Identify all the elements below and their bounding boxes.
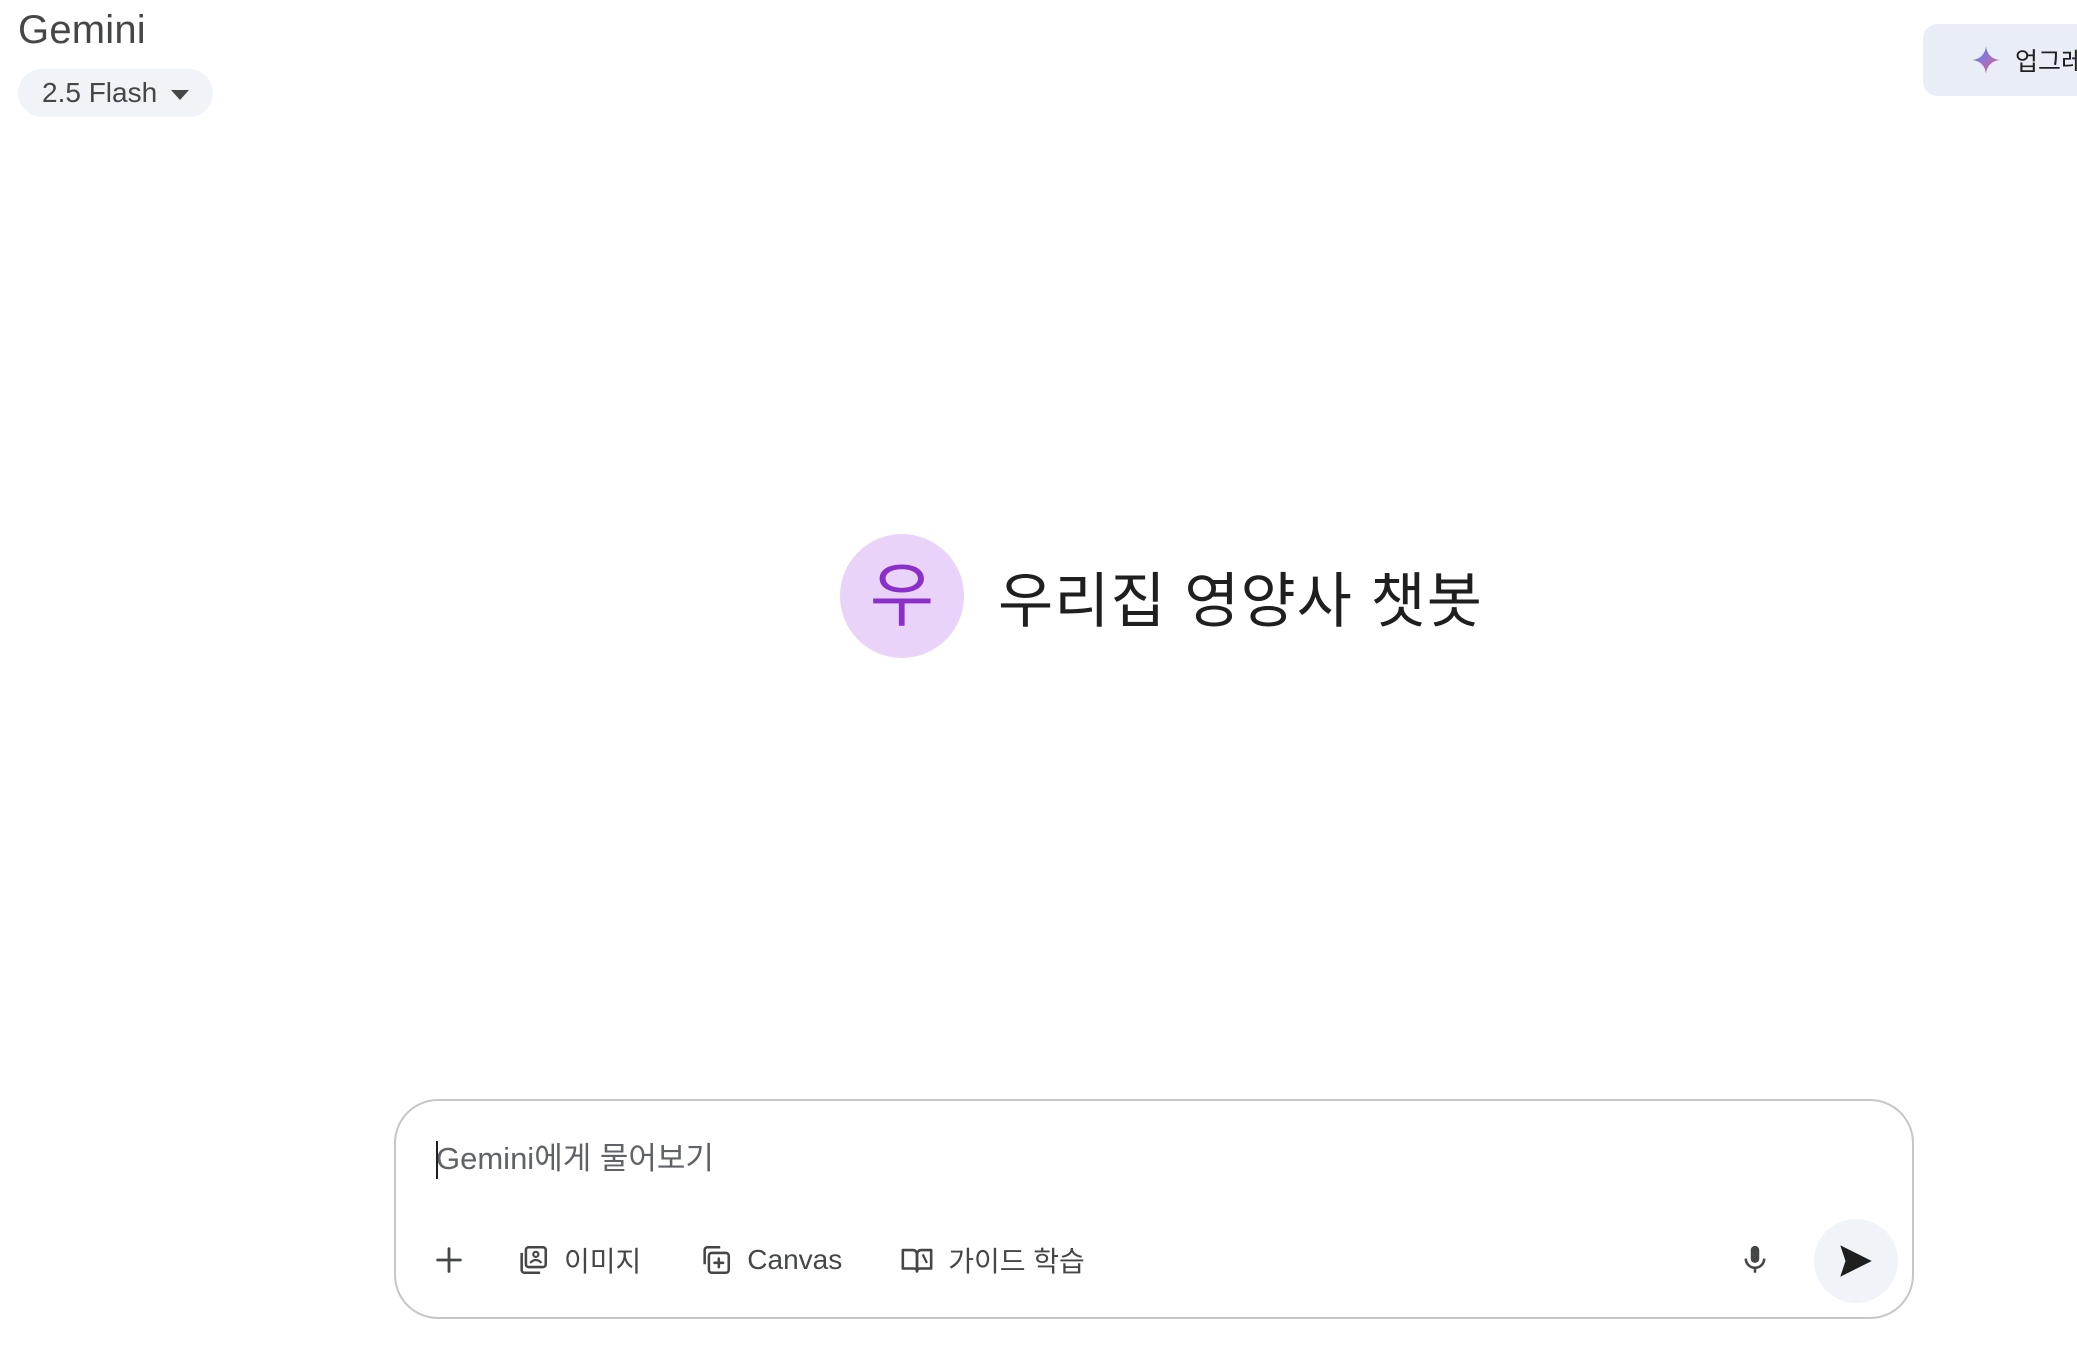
prompt-composer: 이미지 Canvas 가이드 학습 [394, 1099, 1914, 1319]
gem-header: 우 우리집 영양사 챗봇 [840, 534, 1483, 658]
prompt-input[interactable] [436, 1137, 1736, 1181]
upgrade-button-container: 업그레이드 [1923, 24, 2077, 96]
guided-learning-button[interactable]: 가이드 학습 [882, 1233, 1103, 1287]
caret-down-icon [171, 89, 190, 100]
gem-avatar-letter: 우 [869, 557, 935, 635]
send-button[interactable] [1814, 1219, 1898, 1303]
canvas-tool-label: Canvas [747, 1244, 843, 1275]
upgrade-label: 업그레이드 [2015, 48, 2077, 76]
text-cursor [436, 1141, 438, 1179]
canvas-tool-button[interactable]: Canvas [681, 1233, 860, 1287]
plus-icon [436, 1247, 462, 1273]
mic-icon [1744, 1245, 1766, 1273]
gem-title: 우리집 영양사 챗봇 [998, 567, 1483, 635]
gemini-spark-icon [1972, 46, 2000, 74]
upgrade-button[interactable]: 업그레이드 [1923, 24, 2077, 96]
guided-learning-label: 가이드 학습 [948, 1246, 1085, 1277]
image-tool-button[interactable]: 이미지 [498, 1233, 659, 1287]
gem-avatar: 우 [840, 534, 964, 658]
app-title: Gemini [18, 8, 146, 52]
add-attachment-button[interactable] [422, 1233, 476, 1287]
image-icon [520, 1245, 548, 1275]
composer-toolbar: 이미지 Canvas 가이드 학습 [422, 1233, 1103, 1287]
model-selector-label: 2.5 Flash [42, 77, 158, 108]
model-selector-button[interactable]: 2.5 Flash [18, 69, 214, 117]
gemini-page: Gemini 2.5 Flash 업그레이드 우 우리집 영양사 챗봇 [0, 0, 2077, 1345]
image-tool-label: 이미지 [564, 1246, 642, 1277]
send-icon [1840, 1245, 1872, 1277]
microphone-button[interactable] [1731, 1236, 1779, 1284]
book-icon [901, 1248, 933, 1273]
canvas-icon [703, 1245, 731, 1275]
